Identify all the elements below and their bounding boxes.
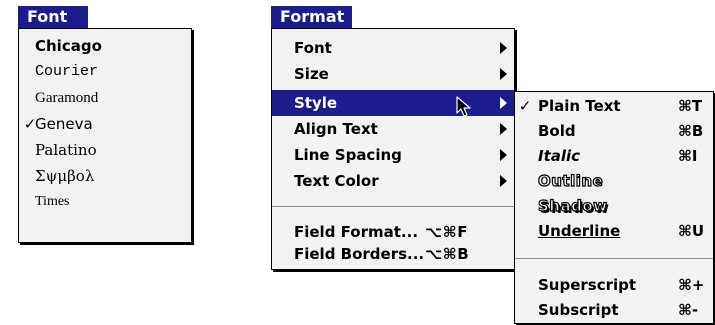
font-item-garamond[interactable]: Garamond bbox=[19, 85, 191, 111]
menu-divider bbox=[515, 258, 713, 259]
menu-item-label: Italic bbox=[538, 147, 581, 165]
submenu-arrow-icon bbox=[500, 42, 507, 54]
font-menu-title[interactable]: Font bbox=[18, 6, 88, 28]
format-item-size[interactable]: Size bbox=[272, 61, 514, 87]
mouse-pointer-icon bbox=[456, 96, 471, 117]
style-item-plain-text[interactable]: ✓ Plain Text ⌘T bbox=[515, 93, 713, 119]
menu-item-label: Align Text bbox=[294, 120, 378, 138]
font-item-label: Times bbox=[35, 194, 70, 209]
font-item-courier[interactable]: Courier bbox=[19, 59, 191, 85]
font-item-label: Garamond bbox=[35, 90, 99, 106]
style-item-superscript[interactable]: Superscript ⌘+ bbox=[515, 272, 713, 298]
menu-item-label: Bold bbox=[538, 122, 576, 140]
keyboard-shortcut: ⌘U bbox=[678, 222, 705, 240]
menu-item-label: Line Spacing bbox=[294, 146, 402, 164]
style-submenu: ✓ Plain Text ⌘T Bold ⌘B Italic ⌘I Outlin… bbox=[514, 91, 714, 324]
style-item-bold[interactable]: Bold ⌘B bbox=[515, 118, 713, 144]
format-menu-title-label: Format bbox=[280, 7, 345, 26]
menu-item-label: Underline bbox=[538, 222, 621, 240]
keyboard-shortcut: ⌘+ bbox=[678, 276, 705, 294]
menu-item-label: Field Borders... bbox=[294, 245, 425, 263]
format-item-align-text[interactable]: Align Text bbox=[272, 116, 514, 142]
submenu-arrow-icon bbox=[500, 97, 507, 109]
font-item-times[interactable]: Times bbox=[19, 189, 191, 215]
font-menu: Chicago Courier Garamond ✓ Geneva Palati… bbox=[18, 28, 192, 243]
format-item-font[interactable]: Font bbox=[272, 35, 514, 61]
font-item-chicago[interactable]: Chicago bbox=[19, 33, 191, 59]
menu-item-label: Text Color bbox=[294, 172, 379, 190]
menu-item-label: Outline bbox=[537, 171, 604, 190]
font-item-label: Σψμβολ bbox=[35, 167, 95, 185]
keyboard-shortcut: ⌘T bbox=[678, 97, 703, 115]
font-item-palatino[interactable]: Palatino bbox=[19, 137, 191, 163]
keyboard-shortcut: ⌥⌘B bbox=[425, 245, 470, 263]
submenu-arrow-icon bbox=[500, 175, 507, 187]
font-item-label: Chicago bbox=[35, 37, 102, 55]
font-item-symbol[interactable]: Σψμβολ bbox=[19, 163, 191, 189]
menu-item-label: Font bbox=[294, 39, 332, 57]
font-item-label: Courier bbox=[35, 63, 99, 80]
menu-item-label: Style bbox=[294, 94, 338, 112]
style-item-subscript[interactable]: Subscript ⌘- bbox=[515, 297, 713, 323]
menu-item-label: Subscript bbox=[538, 301, 619, 319]
keyboard-shortcut: ⌘B bbox=[678, 122, 704, 140]
submenu-arrow-icon bbox=[500, 149, 507, 161]
menu-item-label: Plain Text bbox=[538, 97, 621, 115]
keyboard-shortcut: ⌘I bbox=[678, 147, 698, 165]
format-item-field-borders[interactable]: Field Borders... ⌥⌘B bbox=[272, 241, 514, 267]
style-item-outline[interactable]: Outline bbox=[515, 168, 713, 194]
checkmark-icon: ✓ bbox=[518, 97, 532, 115]
style-item-shadow[interactable]: Shadow bbox=[515, 193, 713, 219]
submenu-arrow-icon bbox=[500, 68, 507, 80]
menu-item-label: Superscript bbox=[538, 276, 637, 294]
menu-item-label: Size bbox=[294, 65, 329, 83]
menu-divider bbox=[272, 206, 514, 207]
format-item-text-color[interactable]: Text Color bbox=[272, 168, 514, 194]
font-item-label: Geneva bbox=[35, 115, 93, 133]
font-item-geneva[interactable]: ✓ Geneva bbox=[19, 111, 191, 137]
format-menu-title[interactable]: Format bbox=[271, 6, 352, 28]
submenu-arrow-icon bbox=[500, 123, 507, 135]
font-menu-title-label: Font bbox=[27, 7, 68, 26]
keyboard-shortcut: ⌘- bbox=[678, 301, 699, 319]
font-item-label: Palatino bbox=[35, 141, 97, 159]
format-item-style[interactable]: Style bbox=[272, 90, 514, 116]
style-item-underline[interactable]: Underline ⌘U bbox=[515, 218, 713, 244]
format-menu: Font Size Style Align Text Line Spacing … bbox=[271, 28, 515, 270]
menu-item-label: Shadow bbox=[537, 196, 608, 215]
format-item-line-spacing[interactable]: Line Spacing bbox=[272, 142, 514, 168]
style-item-italic[interactable]: Italic ⌘I bbox=[515, 143, 713, 169]
